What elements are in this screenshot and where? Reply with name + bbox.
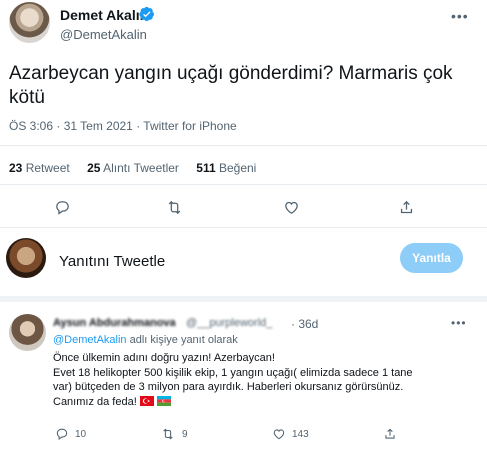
retweet-stat[interactable]: 23 Retweet	[9, 161, 70, 175]
more-options-icon[interactable]: •••	[451, 8, 469, 24]
like-count: 143	[292, 428, 309, 440]
replying-to: @DemetAkalin adlı kişiye yanıt olarak	[53, 334, 238, 346]
tweet-text: Azarbeycan yangın uçağı gönderdimi? Marm…	[9, 63, 453, 108]
like-icon	[273, 429, 285, 440]
reply-more-options-icon[interactable]: •••	[451, 316, 467, 330]
retweet-icon	[163, 428, 173, 440]
reply-author-handle[interactable]: @__purpleworld_	[186, 317, 272, 329]
reply-author-avatar[interactable]	[9, 314, 46, 351]
replying-to-handle[interactable]: @DemetAkalin	[53, 334, 127, 346]
retweet-count: 9	[182, 428, 188, 440]
author-handle[interactable]: @DemetAkalin	[60, 27, 147, 42]
divider	[0, 145, 487, 146]
reply-timestamp[interactable]: · 36d	[291, 317, 318, 331]
like-icon[interactable]	[281, 197, 301, 217]
share-icon[interactable]	[396, 197, 416, 217]
reply-count: 10	[75, 428, 87, 440]
reply-icon[interactable]	[52, 197, 72, 217]
azerbaijan-flag-icon	[156, 395, 171, 406]
turkey-flag-icon	[139, 395, 154, 406]
retweet-icon[interactable]	[164, 197, 184, 217]
tweet-stats: 23 Retweet 25 Alıntı Tweetler 511 Beğeni	[9, 161, 256, 175]
reply-retweet-action[interactable]: 9	[160, 427, 188, 441]
user-avatar[interactable]	[6, 238, 46, 278]
reply-line: Evet 18 helikopter 500 kişilik ekip, 1 y…	[53, 366, 413, 394]
reply-button[interactable]: Yanıtla	[400, 243, 463, 273]
author-avatar[interactable]	[9, 2, 50, 43]
like-stat[interactable]: 511 Beğeni	[196, 161, 256, 175]
reply-input[interactable]: Yanıtını Tweetle	[59, 253, 165, 270]
reply-line: Canımız da feda!	[53, 395, 433, 410]
section-divider	[0, 296, 487, 302]
reply-line: Önce ülkemin adını doğru yazın! Azerbayc…	[53, 352, 275, 364]
divider	[0, 184, 487, 185]
author-name[interactable]: Demet Akalın	[60, 7, 148, 23]
tweet-timestamp[interactable]: ÖS 3:06 · 31 Tem 2021 · Twitter for iPho…	[9, 119, 237, 133]
reply-reply-action[interactable]: 10	[55, 427, 86, 441]
reply-icon	[56, 428, 68, 440]
verified-badge-icon	[139, 6, 154, 22]
share-icon	[385, 428, 395, 439]
reply-like-action[interactable]: 143	[272, 427, 309, 441]
reply-share-action[interactable]	[383, 427, 397, 441]
reply-author-name[interactable]: Aysun Abdurahmanova	[53, 317, 176, 329]
reply-text: Önce ülkemin adını doğru yazın! Azerbayc…	[53, 351, 433, 409]
divider	[0, 227, 487, 228]
quote-stat[interactable]: 25 Alıntı Tweetler	[87, 161, 179, 175]
